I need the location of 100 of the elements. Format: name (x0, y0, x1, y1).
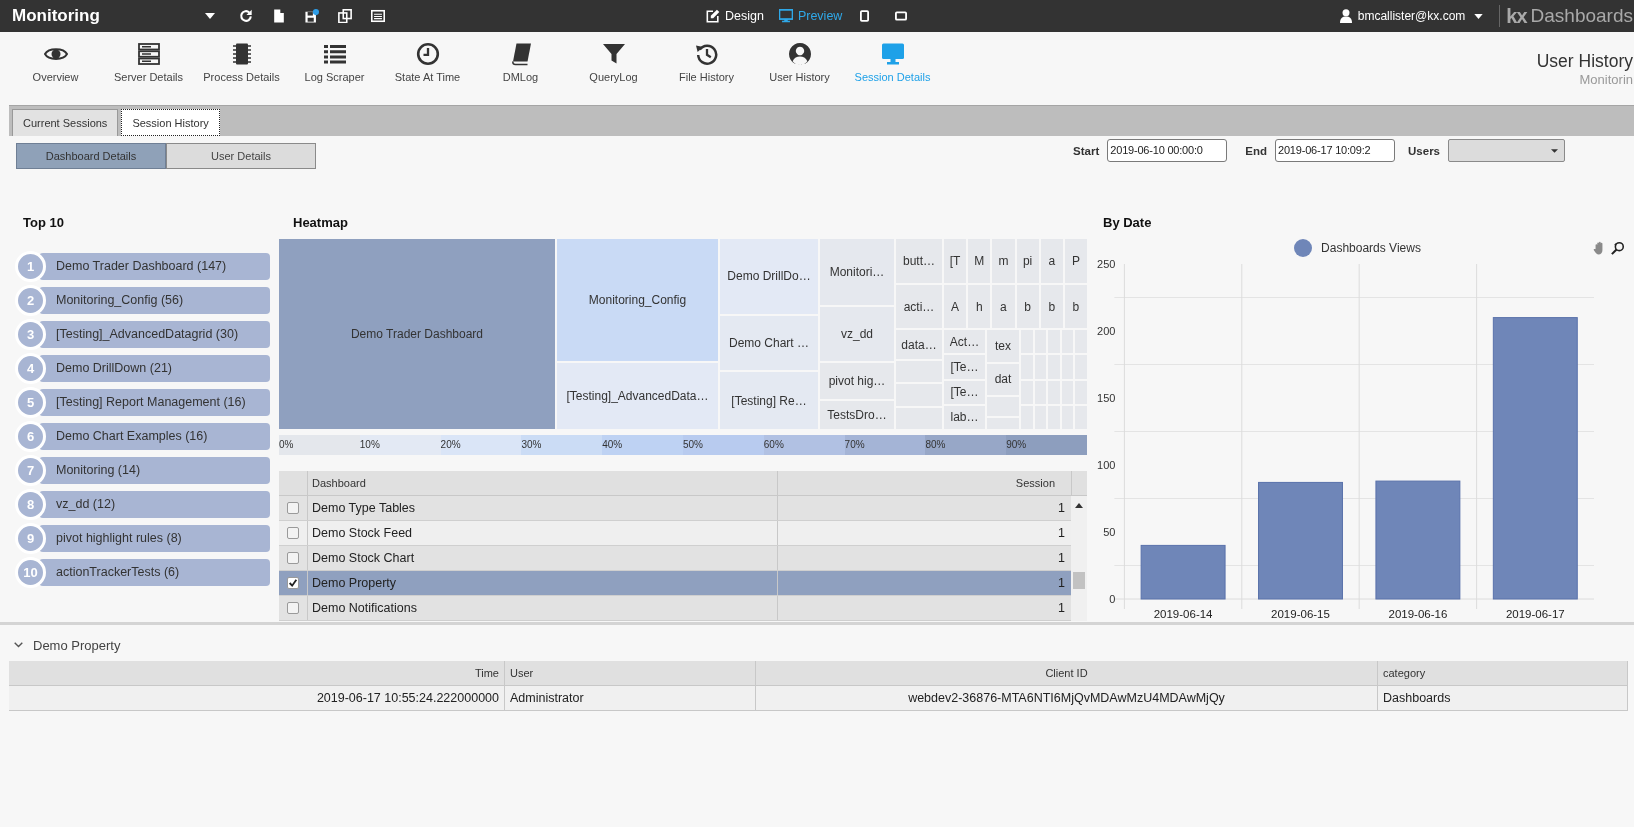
scale-segment: 40% (602, 435, 683, 455)
scrollbar-thumb[interactable] (1073, 572, 1085, 589)
start-date-field[interactable]: 2019-06-10 00:00:0 (1107, 139, 1228, 162)
caret-icon (1551, 148, 1558, 153)
window-list-icon[interactable] (371, 9, 385, 23)
ranked-item[interactable]: Demo DrillDown (21) (39, 355, 270, 382)
view-button[interactable]: User Details (166, 143, 316, 169)
hand-icon[interactable] (1593, 241, 1605, 255)
scale-segment: 0% (279, 435, 360, 455)
preview-button[interactable]: Preview (778, 9, 843, 23)
y-tick-label: 50 (1103, 526, 1116, 538)
filter-label: Users (1408, 144, 1440, 157)
heatmap-cell: a (992, 285, 1015, 328)
scrollbar[interactable] (1071, 496, 1087, 621)
rank-badge: 9 (15, 523, 46, 554)
table-cell-text: 1 (1057, 575, 1066, 592)
table-cell-text: 1 (1057, 500, 1066, 517)
table-cell: Demo Stock Feed (308, 521, 778, 545)
legend-label[interactable]: Dashboards Views (1321, 241, 1421, 255)
column-header[interactable]: Session (778, 471, 1071, 495)
nav-tab[interactable]: State At Time (381, 32, 474, 105)
refresh-icon[interactable] (239, 9, 253, 23)
nav-tab[interactable]: User History (753, 32, 846, 105)
save-icon[interactable] (305, 9, 319, 23)
column-header[interactable]: Time (9, 661, 505, 685)
ranked-item[interactable]: pivot highlight rules (8) (39, 525, 270, 552)
y-tick-label: 150 (1097, 392, 1116, 404)
table-row[interactable]: Demo Notifications 1 (279, 596, 1071, 621)
tablet-icon[interactable] (895, 11, 908, 21)
ranked-item[interactable]: Demo Chart Examples (16) (39, 423, 270, 450)
nav-tab[interactable]: Process Details (195, 32, 288, 105)
column-header[interactable]: User (505, 661, 756, 685)
user-icon (1339, 9, 1352, 23)
heatmap-cell: [T (944, 239, 967, 283)
design-button[interactable]: Design (706, 9, 764, 23)
user-menu-button[interactable]: bmcallister@kx.com (1339, 9, 1484, 23)
nav-tab[interactable]: QueryLog (567, 32, 660, 105)
heatmap-cell: m (992, 239, 1015, 283)
checkbox[interactable] (287, 577, 299, 589)
user-icon (787, 42, 812, 66)
ranked-item[interactable]: Monitoring (14) (39, 457, 270, 484)
table-row[interactable]: Demo Stock Chart 1 (279, 546, 1071, 571)
heatmap-cell: acti… (896, 285, 942, 328)
ranked-item[interactable]: actionTrackerTests (6) (39, 559, 270, 586)
end-date-field[interactable]: 2019-06-17 10:09:2 (1275, 139, 1396, 162)
table-cell: Demo Property (308, 571, 778, 595)
nav-tab[interactable]: Server Details (102, 32, 195, 105)
heatmap-cell: a (1040, 239, 1063, 283)
column-header[interactable]: Dashboard (308, 471, 778, 495)
edit-icon (706, 9, 720, 23)
heatmap-cell: pi (1016, 239, 1039, 283)
heatmap-cell: b (1016, 285, 1039, 328)
ranked-item[interactable]: Demo Trader Dashboard (147) (39, 253, 270, 280)
zoom-icon[interactable] (1611, 241, 1625, 255)
phone-icon[interactable] (860, 10, 870, 22)
table-cell: Demo Stock Chart (308, 546, 778, 570)
column-header[interactable]: Client ID (756, 661, 1378, 685)
table-row[interactable]: Demo Property 1 (279, 571, 1071, 596)
x-tick-label: 2019-06-14 (1153, 608, 1213, 620)
server-icon (136, 42, 161, 66)
heatmap-cell: butt… (896, 239, 942, 283)
nav-tab[interactable]: Overview (9, 32, 102, 105)
table-row[interactable]: 2019-06-17 10:55:24.222000000 Administrator webdev2-36876-MTA6NTI6MjQvMDAwMzU4MDAwMjQy Dashboards (9, 686, 1628, 711)
scale-segment: 30% (521, 435, 603, 455)
ranked-item[interactable]: [Testing]_AdvancedDatagrid (30) (39, 321, 270, 348)
rank-badge: 10 (15, 557, 46, 588)
section-toggle[interactable]: Demo Property (12, 635, 123, 655)
checkbox[interactable] (287, 602, 299, 614)
heatmap-cell: TestsDro… (820, 401, 894, 429)
nav-tab[interactable]: Log Scraper (288, 32, 381, 105)
ranked-item[interactable]: [Testing] Report Management (16) (39, 389, 270, 416)
up-arrow-icon[interactable] (1075, 503, 1083, 508)
heatmap-cell: vz_dd (820, 306, 894, 362)
users-dropdown[interactable] (1448, 139, 1565, 162)
heatmap-cell: Demo DrillDo… (720, 239, 818, 314)
nav-tab[interactable]: DMLog (474, 32, 567, 105)
section-title: Heatmap (292, 214, 349, 232)
monitor-icon (778, 9, 793, 23)
heatmap-cell: Monitori… (820, 239, 894, 305)
tab[interactable]: Session History (121, 109, 220, 136)
view-button[interactable]: Dashboard Details (16, 143, 166, 169)
table-row[interactable]: Demo Stock Feed 1 (279, 521, 1071, 546)
table-row[interactable]: Demo Type Tables 1 (279, 496, 1071, 521)
section-title: Top 10 (22, 214, 65, 232)
bar[interactable] (1375, 480, 1461, 600)
table-cell-text: 1 (1057, 525, 1066, 542)
checkbox[interactable] (287, 502, 299, 514)
column-header[interactable]: category (1378, 661, 1628, 685)
bar[interactable] (1140, 544, 1226, 600)
checkbox[interactable] (287, 527, 299, 539)
ranked-item[interactable]: Monitoring_Config (56) (39, 287, 270, 314)
caret-icon[interactable] (205, 13, 215, 19)
scale-segment: 70% (844, 435, 926, 455)
copy-icon[interactable] (338, 9, 352, 23)
checkbox[interactable] (287, 552, 299, 564)
ranked-item[interactable]: vz_dd (12) (39, 491, 270, 518)
file-icon[interactable] (272, 9, 286, 23)
tab[interactable]: Current Sessions (12, 109, 119, 136)
nav-tab[interactable]: File History (660, 32, 753, 105)
brand-logo: kx (1506, 4, 1527, 28)
